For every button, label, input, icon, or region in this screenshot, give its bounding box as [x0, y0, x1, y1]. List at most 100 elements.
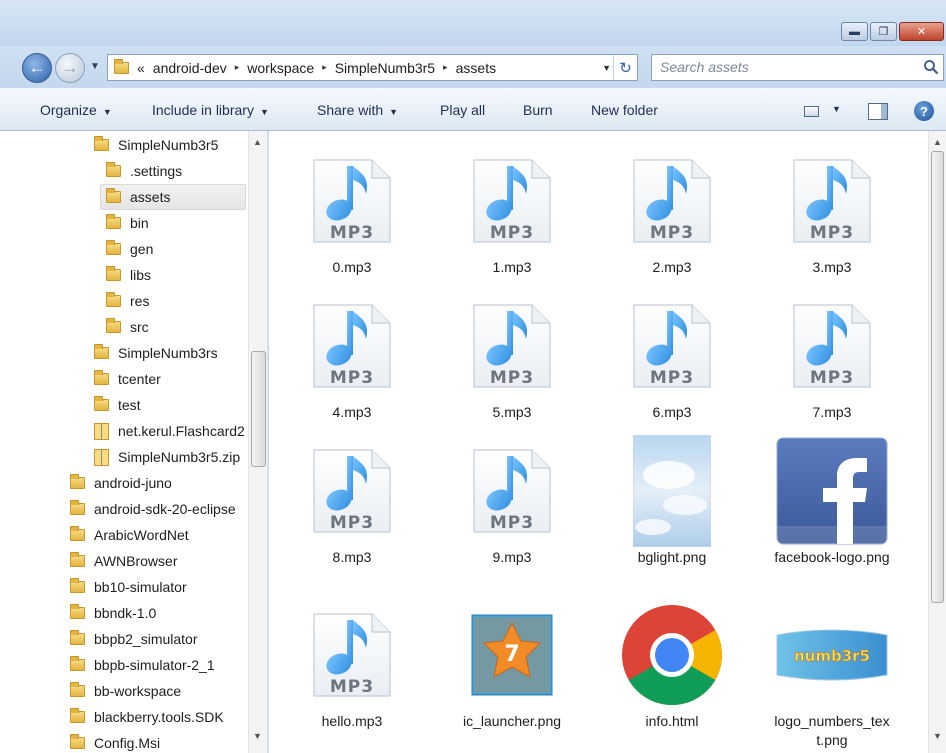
navigation-scroll-thumb[interactable]: [251, 351, 266, 467]
breadcrumb-assets[interactable]: assets: [456, 60, 496, 76]
tree-item[interactable]: android-sdk-20-eclipse: [70, 496, 236, 522]
address-history-dropdown[interactable]: ▼: [602, 63, 611, 73]
scroll-up-icon[interactable]: ▲: [933, 137, 942, 147]
minimize-button[interactable]: ▬: [841, 22, 868, 41]
tree-item[interactable]: Config.Msi: [70, 730, 160, 753]
file-item[interactable]: MP3 6.mp3: [611, 288, 733, 422]
organize-button[interactable]: Organize ▼: [40, 102, 112, 118]
include-in-library-button[interactable]: Include in library ▼: [152, 102, 269, 118]
tree-item[interactable]: SimpleNumb3r5.zip: [94, 444, 240, 470]
tree-item[interactable]: bbpb2_simulator: [70, 626, 198, 652]
search-box[interactable]: [651, 54, 944, 81]
navigation-scrollbar[interactable]: ▲ ▼: [248, 131, 267, 753]
mp3-badge: MP3: [489, 223, 535, 243]
mp3-file-icon: MP3: [291, 143, 413, 258]
breadcrumb-separator[interactable]: ▸: [322, 62, 327, 73]
search-icon[interactable]: [923, 59, 939, 75]
file-item[interactable]: 7 ic_launcher.png: [451, 597, 573, 731]
file-item[interactable]: MP3 5.mp3: [451, 288, 573, 422]
tree-item-label: ArabicWordNet: [94, 527, 189, 543]
refresh-icon[interactable]: ↻: [613, 55, 637, 80]
breadcrumb-android-dev[interactable]: android-dev: [153, 60, 227, 76]
file-item[interactable]: MP3 1.mp3: [451, 143, 573, 277]
tree-item[interactable]: gen: [106, 236, 153, 262]
file-item[interactable]: numb3r5 logo_numbers_text.png: [771, 597, 893, 750]
file-name: 7.mp3: [812, 404, 852, 420]
file-item[interactable]: facebook-logo.png: [771, 433, 893, 567]
recent-pages-dropdown[interactable]: ▼: [90, 61, 100, 72]
tree-item-label: tcenter: [118, 371, 161, 387]
tree-item-label: android-juno: [94, 475, 172, 491]
file-item[interactable]: bglight.png: [611, 433, 733, 567]
play-all-button[interactable]: Play all: [440, 102, 485, 118]
tree-item[interactable]: bb-workspace: [70, 678, 181, 704]
preview-pane-icon[interactable]: [868, 103, 888, 120]
tree-item[interactable]: net.kerul.Flashcard2: [94, 418, 245, 444]
scroll-up-icon[interactable]: ▲: [253, 137, 262, 147]
tree-item[interactable]: res: [106, 288, 149, 314]
folder-icon: [106, 162, 121, 177]
burn-button[interactable]: Burn: [523, 102, 553, 118]
tree-item[interactable]: src: [106, 314, 149, 340]
tree-item[interactable]: ArabicWordNet: [70, 522, 189, 548]
view-options-dropdown[interactable]: ▼: [832, 104, 841, 114]
address-bar[interactable]: « android-dev ▸ workspace ▸ SimpleNumb3r…: [107, 54, 638, 81]
close-button[interactable]: ✕: [899, 22, 944, 41]
maximize-button[interactable]: ❐: [870, 22, 897, 41]
tree-item[interactable]: blackberry.tools.SDK: [70, 704, 224, 730]
tree-item[interactable]: bbndk-1.0: [70, 600, 156, 626]
file-item[interactable]: MP3 4.mp3: [291, 288, 413, 422]
tree-item[interactable]: bb10-simulator: [70, 574, 187, 600]
breadcrumb-overflow[interactable]: «: [137, 60, 145, 76]
tree-item[interactable]: android-juno: [70, 470, 172, 496]
tree-item[interactable]: .settings: [106, 158, 182, 184]
folder-icon: [70, 526, 85, 541]
file-name: 5.mp3: [492, 404, 532, 420]
tree-item[interactable]: bbpb-simulator-2_1: [70, 652, 215, 678]
back-button[interactable]: ←: [22, 53, 52, 83]
breadcrumb-separator[interactable]: ▸: [235, 62, 240, 73]
breadcrumb-simplenumb3r5[interactable]: SimpleNumb3r5: [335, 60, 435, 76]
scroll-down-icon[interactable]: ▼: [253, 731, 262, 741]
tree-item-label: net.kerul.Flashcard2: [118, 423, 245, 439]
search-input[interactable]: [660, 55, 900, 79]
file-item[interactable]: MP3 2.mp3: [611, 143, 733, 277]
file-item[interactable]: MP3 9.mp3: [451, 433, 573, 567]
file-name: facebook-logo.png: [774, 549, 890, 565]
tree-item[interactable]: SimpleNumb3rs: [94, 340, 218, 366]
file-item[interactable]: MP3 0.mp3: [291, 143, 413, 277]
breadcrumb-separator[interactable]: ▸: [443, 62, 448, 73]
tree-item[interactable]: SimpleNumb3r5: [94, 132, 218, 158]
mp3-badge: MP3: [809, 223, 855, 243]
tree-item-label: bbndk-1.0: [94, 605, 157, 621]
tree-item[interactable]: bin: [106, 210, 149, 236]
change-view-icon[interactable]: [804, 106, 819, 117]
share-with-button[interactable]: Share with ▼: [317, 102, 398, 118]
folder-icon: [106, 318, 121, 333]
file-item[interactable]: MP3 8.mp3: [291, 433, 413, 567]
file-name: bglight.png: [637, 549, 707, 565]
folder-icon: [70, 708, 85, 723]
file-item[interactable]: info.html: [611, 597, 733, 731]
zip-file-icon: [94, 422, 109, 440]
tree-item[interactable]: assets: [100, 184, 246, 210]
scroll-down-icon[interactable]: ▼: [933, 731, 942, 741]
file-item[interactable]: MP3 7.mp3: [771, 288, 893, 422]
tree-item[interactable]: libs: [106, 262, 151, 288]
forward-button[interactable]: →: [55, 53, 85, 83]
help-icon[interactable]: ?: [914, 101, 934, 121]
tree-item-label: AWNBrowser: [94, 553, 178, 569]
file-view-scrollbar[interactable]: ▲ ▼: [928, 131, 946, 753]
file-view-scroll-thumb[interactable]: [931, 151, 944, 603]
breadcrumb-workspace[interactable]: workspace: [247, 60, 314, 76]
file-item[interactable]: MP3 hello.mp3: [291, 597, 413, 731]
folder-icon: [106, 240, 121, 255]
tree-item[interactable]: AWNBrowser: [70, 548, 178, 574]
share-with-label: Share with: [317, 102, 384, 118]
new-folder-button[interactable]: New folder: [591, 102, 658, 118]
file-item[interactable]: MP3 3.mp3: [771, 143, 893, 277]
mp3-file-icon: MP3: [771, 288, 893, 403]
tree-item[interactable]: tcenter: [94, 366, 161, 392]
tree-item[interactable]: test: [94, 392, 141, 418]
mp3-file-icon: MP3: [291, 288, 413, 403]
